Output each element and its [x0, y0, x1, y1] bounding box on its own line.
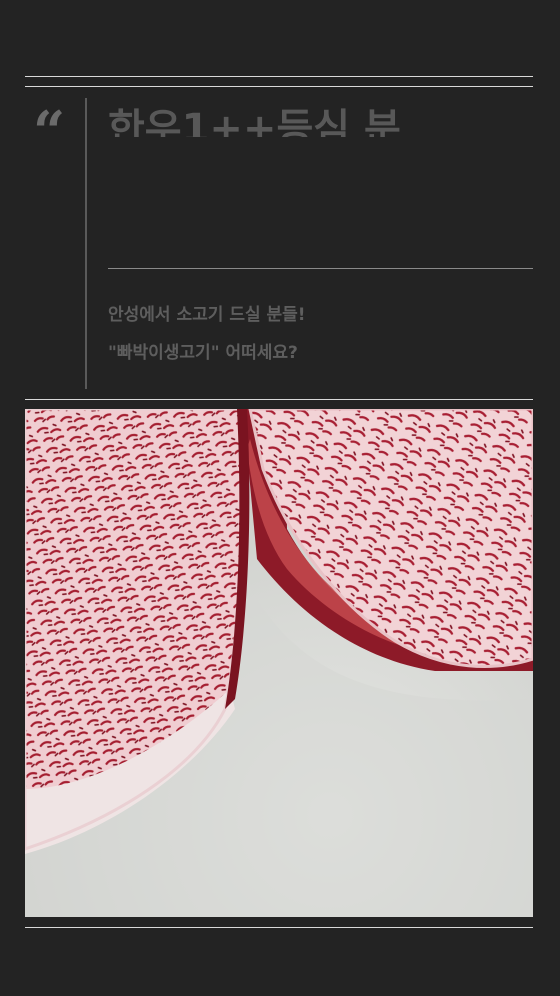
quote-line-2: "빠박이생고기" 어떠세요?	[108, 343, 298, 363]
quote-bar	[85, 98, 87, 389]
title-text: 한우1++등심 분	[108, 106, 401, 137]
top-rule-1	[25, 76, 533, 77]
story-card: { "header": { "title_fragment": "한우1++등심…	[0, 0, 560, 996]
title-divider	[108, 268, 533, 269]
photo-top-rule	[25, 399, 533, 400]
cut-off-title: 한우1++등심 분	[108, 82, 438, 137]
quote-mark-icon: “	[33, 99, 65, 165]
quote-line-1: 안성에서 소고기 드실 분들!	[108, 305, 306, 325]
bottom-rule	[25, 927, 533, 928]
marbled-beef-photo	[25, 409, 533, 917]
